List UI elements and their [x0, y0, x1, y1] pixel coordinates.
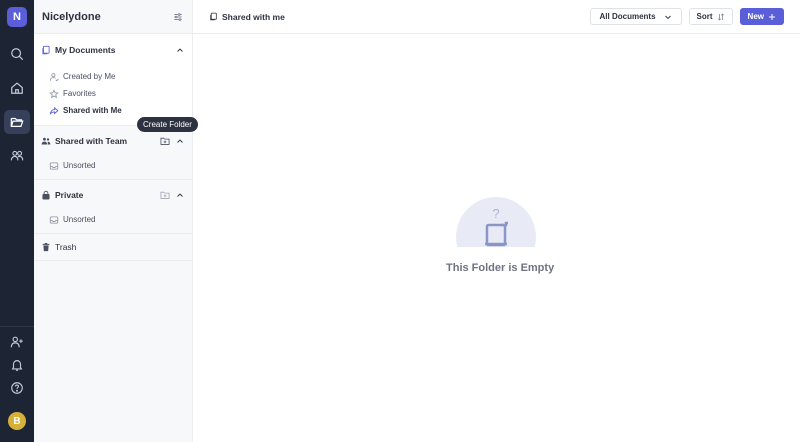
- search-icon: [11, 48, 24, 61]
- empty-state: ? This Folder is Empty: [446, 197, 555, 274]
- sidebar-item-label: Shared with Me: [63, 106, 122, 115]
- all-documents-dropdown[interactable]: All Documents: [589, 8, 682, 25]
- sidebar-item-label: Unsorted: [63, 215, 96, 224]
- section-private-label: Private: [55, 189, 84, 200]
- private-group: Private Unsorted: [34, 180, 192, 234]
- section-private[interactable]: Private: [34, 180, 192, 209]
- chevron-up-icon[interactable]: [176, 191, 184, 199]
- user-icon: [49, 72, 59, 81]
- inbox-icon: [49, 215, 59, 224]
- star-icon: [49, 88, 59, 98]
- section-my-documents-label: My Documents: [55, 44, 116, 55]
- filter-settings-icon[interactable]: [173, 12, 183, 22]
- rail-documents-button[interactable]: [4, 110, 30, 134]
- sidebar-item-label: Favorites: [63, 89, 96, 98]
- sidebar-item-trash[interactable]: Trash: [34, 234, 192, 261]
- sort-label: Sort: [696, 12, 713, 21]
- user-avatar[interactable]: B: [8, 412, 26, 430]
- rail-home-button[interactable]: [4, 76, 30, 100]
- empty-state-message: This Folder is Empty: [446, 262, 555, 274]
- workspace-name: Nicelydone: [42, 10, 101, 23]
- help-icon: [11, 382, 23, 394]
- empty-folder-icon: ?: [485, 206, 508, 247]
- rail-search-button[interactable]: [4, 42, 30, 66]
- plus-icon: [769, 13, 775, 20]
- sort-icon: [717, 12, 724, 21]
- sidebar-item-team-unsorted[interactable]: Unsorted: [34, 157, 192, 174]
- section-my-documents[interactable]: My Documents: [34, 35, 192, 64]
- user-plus-icon: [10, 336, 23, 348]
- sidebar-item-label: Created by Me: [63, 72, 116, 81]
- chevron-up-icon[interactable]: [176, 46, 184, 54]
- filter-label: All Documents: [599, 12, 656, 21]
- empty-folder-illustration: ?: [456, 197, 536, 247]
- inbox-icon: [49, 161, 59, 170]
- app-rail: N B: [0, 0, 34, 442]
- sidebar-item-favorites[interactable]: Favorites: [34, 85, 192, 102]
- sidebar-item-created-by-me[interactable]: Created by Me: [34, 68, 192, 85]
- team-icon: [41, 137, 51, 144]
- new-label: New: [747, 12, 764, 21]
- rail-help-button[interactable]: [4, 376, 30, 400]
- home-icon: [11, 82, 23, 94]
- create-folder-icon[interactable]: [160, 136, 170, 146]
- create-folder-tooltip: Create Folder: [137, 117, 198, 132]
- documents-icon: [42, 45, 50, 54]
- create-folder-icon[interactable]: [160, 190, 170, 200]
- topbar-actions: All Documents Sort New: [589, 8, 784, 25]
- documents-sidebar: Nicelydone My Documents Created by Me Fa…: [34, 0, 193, 442]
- folder-open-icon: [10, 117, 24, 127]
- question-mark: ?: [492, 206, 499, 221]
- share-icon: [49, 106, 59, 115]
- page-title: Shared with me: [222, 11, 285, 22]
- bell-icon: [11, 360, 23, 371]
- chevron-down-icon: [664, 15, 671, 19]
- documents-icon: [210, 12, 217, 21]
- sidebar-header: Nicelydone: [34, 0, 192, 34]
- section-shared-with-team-label: Shared with Team: [55, 135, 128, 146]
- breadcrumb: Shared with me: [209, 12, 285, 22]
- sort-button[interactable]: Sort: [688, 8, 733, 25]
- team-icon: [10, 150, 24, 161]
- sidebar-item-label: Unsorted: [63, 161, 96, 170]
- lock-icon: [42, 190, 50, 199]
- rail-invite-button[interactable]: [4, 330, 30, 354]
- workspace-logo[interactable]: N: [7, 7, 27, 27]
- main-topbar: Shared with me All Documents Sort New: [193, 0, 800, 34]
- rail-notifications-button[interactable]: [4, 353, 30, 377]
- rail-divider: [0, 326, 34, 327]
- new-button[interactable]: New: [739, 8, 784, 25]
- trash-icon: [42, 242, 50, 252]
- sidebar-item-label: Trash: [55, 242, 77, 252]
- chevron-up-icon[interactable]: [176, 137, 184, 145]
- shared-with-team-group: Shared with Team Unsorted: [34, 126, 192, 180]
- my-documents-group: My Documents Created by Me Favorites Sha…: [34, 34, 192, 126]
- sidebar-item-private-unsorted[interactable]: Unsorted: [34, 211, 192, 228]
- rail-team-button[interactable]: [4, 144, 30, 168]
